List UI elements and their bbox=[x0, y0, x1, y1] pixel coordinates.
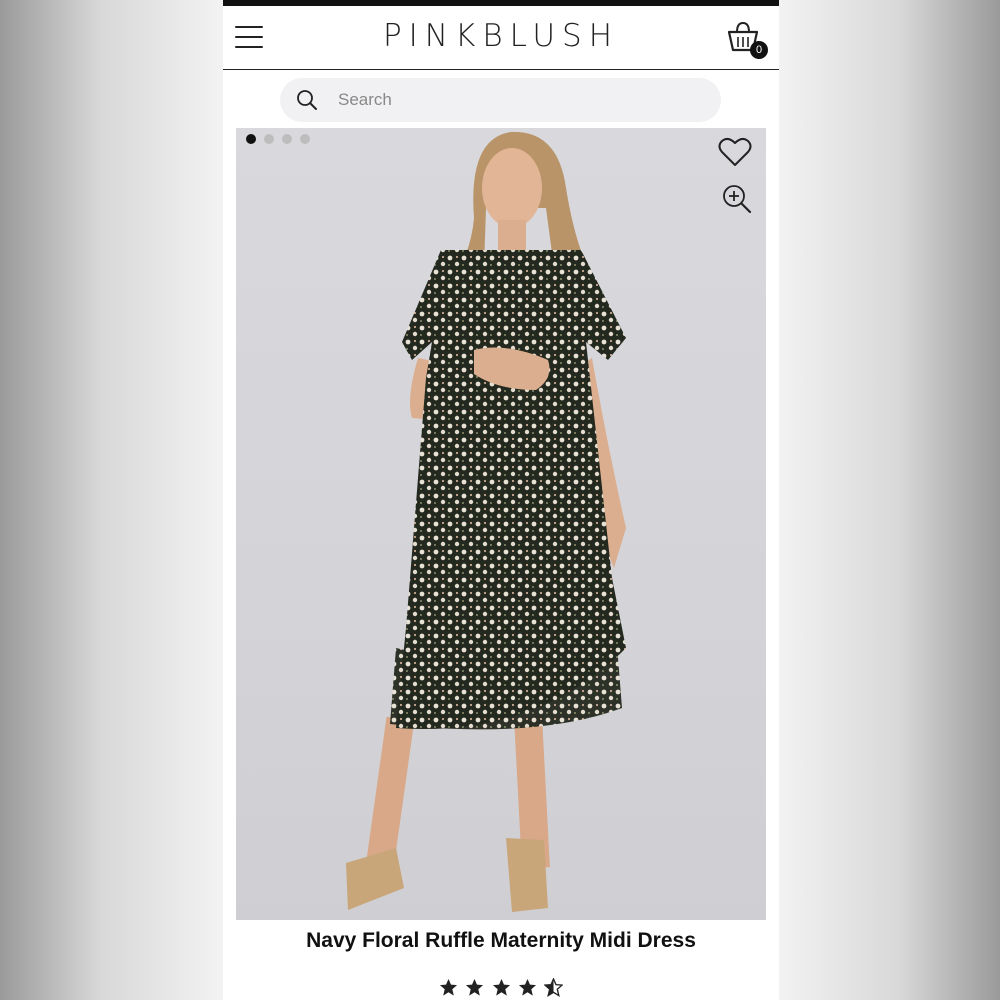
pagination-dot[interactable] bbox=[264, 134, 274, 144]
product-title: Navy Floral Ruffle Maternity Midi Dress bbox=[306, 929, 696, 952]
star-icon bbox=[466, 978, 484, 996]
star-icon bbox=[518, 978, 536, 996]
search-icon[interactable] bbox=[296, 89, 318, 111]
site-header: PINKBLUSH 0 bbox=[223, 6, 779, 70]
brand-logo[interactable]: PINKBLUSH bbox=[223, 18, 779, 54]
wishlist-button[interactable] bbox=[718, 136, 752, 168]
search-bar-container bbox=[223, 70, 779, 128]
star-icon bbox=[492, 978, 510, 996]
pagination-dot[interactable] bbox=[246, 134, 256, 144]
star-icon bbox=[440, 978, 458, 996]
zoom-in-icon bbox=[723, 185, 752, 214]
zoom-button[interactable] bbox=[722, 184, 752, 214]
search-input[interactable] bbox=[336, 89, 700, 111]
product-image[interactable] bbox=[236, 128, 766, 920]
cart-count-badge: 0 bbox=[750, 41, 768, 59]
star-half-icon bbox=[543, 978, 563, 997]
product-photo bbox=[346, 131, 626, 912]
product-rating[interactable] bbox=[223, 978, 779, 1000]
cart-button[interactable]: 0 bbox=[725, 20, 768, 62]
pagination-dot[interactable] bbox=[282, 134, 292, 144]
pagination-dot[interactable] bbox=[300, 134, 310, 144]
heart-icon bbox=[718, 137, 752, 166]
mobile-page: PINKBLUSH 0 Search Navy Floral Ruffle Ma… bbox=[223, 0, 779, 1000]
image-pagination bbox=[246, 134, 310, 144]
search-bar bbox=[280, 78, 721, 122]
